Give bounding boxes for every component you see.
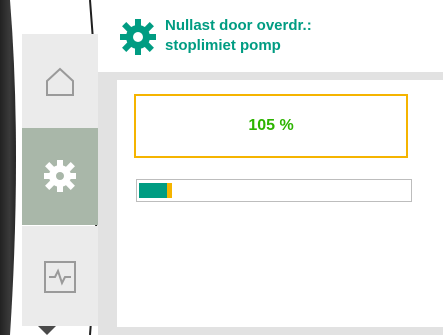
value-display[interactable]: 105 %: [134, 94, 408, 158]
progress-marker: [167, 183, 172, 198]
progress-fill: [139, 183, 167, 198]
nav-diagnostics-button[interactable]: [22, 226, 98, 326]
screen: Nullast door overdr.: stoplimiet pomp 10…: [0, 0, 443, 335]
value-text: 105 %: [248, 117, 294, 134]
header: Nullast door overdr.: stoplimiet pomp: [98, 0, 443, 72]
nav-settings-button[interactable]: [22, 128, 98, 225]
home-icon: [46, 67, 74, 96]
pulse-icon: [44, 261, 76, 293]
gear-icon: [120, 19, 156, 55]
page-title-line2: stoplimiet pomp: [165, 37, 281, 54]
page-title: Nullast door overdr.: stoplimiet pomp: [165, 16, 435, 56]
nav-home-button[interactable]: [22, 34, 98, 131]
gear-icon: [44, 160, 76, 192]
progress-bar: [136, 179, 412, 202]
chevron-down-icon[interactable]: [38, 326, 56, 335]
page-title-line1: Nullast door overdr.:: [165, 17, 312, 34]
